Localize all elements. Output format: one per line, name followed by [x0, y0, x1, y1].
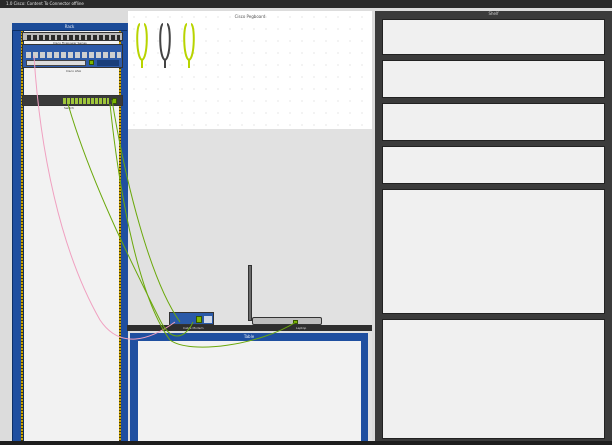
- cable-layer: [33, 23, 297, 348]
- bottom-bar: [0, 441, 612, 445]
- hanging-cable-gray[interactable]: [159, 23, 171, 68]
- hanging-cable-green-1[interactable]: [136, 23, 148, 68]
- cable-green-3[interactable]: [111, 99, 181, 323]
- cable-green-1[interactable]: [67, 103, 194, 337]
- hanging-cable-green-2[interactable]: [183, 23, 195, 68]
- cable-green-2[interactable]: [109, 103, 297, 348]
- cable-pink[interactable]: [33, 55, 176, 340]
